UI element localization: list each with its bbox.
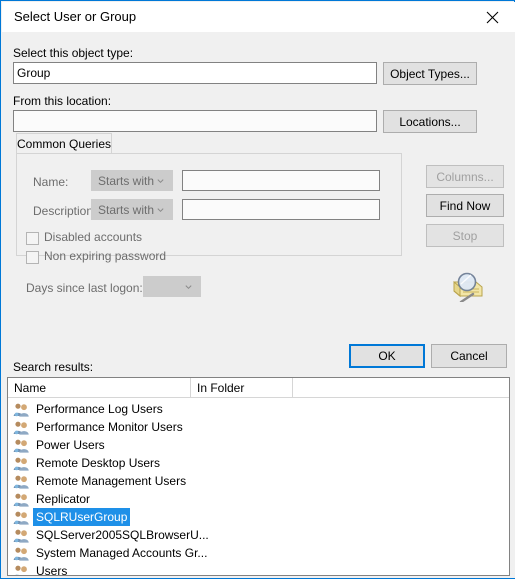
group-icon (13, 421, 29, 435)
non-expiring-password-label: Non expiring password (44, 249, 167, 263)
days-since-last-logon-select[interactable] (143, 276, 201, 297)
description-condition-select[interactable]: Starts with (91, 199, 173, 220)
table-cell-name: Performance Log Users (36, 402, 163, 416)
table-cell-name: System Managed Accounts Gr... (36, 546, 208, 560)
columns-button[interactable]: Columns... (426, 165, 504, 188)
table-row[interactable]: Remote Desktop Users (8, 454, 509, 472)
chevron-down-icon (157, 207, 164, 212)
table-cell-name: SQLRUserGroup (33, 508, 131, 526)
table-row[interactable]: Users (8, 562, 509, 576)
search-results-label: Search results: (13, 360, 94, 374)
cancel-button[interactable]: Cancel (431, 344, 507, 368)
object-type-label: Select this object type: (13, 46, 134, 60)
table-cell-name: Users (36, 564, 68, 576)
non-expiring-password-checkbox[interactable] (26, 251, 39, 264)
window-title: Select User or Group (14, 9, 137, 24)
table-row[interactable]: SQLServer2005SQLBrowserU... (8, 526, 509, 544)
dialog-body: Select this object type: Group Object Ty… (2, 32, 515, 578)
group-icon (13, 457, 29, 471)
object-types-button[interactable]: Object Types... (383, 62, 477, 85)
disabled-accounts-label: Disabled accounts (44, 230, 143, 244)
name-condition-select[interactable]: Starts with (91, 170, 173, 191)
title-bar: Select User or Group (2, 2, 515, 32)
group-icon (15, 565, 27, 575)
table-cell-name: Performance Monitor Users (36, 420, 183, 434)
name-condition-value: Starts with (98, 173, 155, 188)
group-icon (13, 493, 29, 507)
table-row[interactable]: Remote Management Users (8, 472, 509, 490)
days-since-last-logon-label: Days since last logon: (26, 281, 143, 295)
ok-button[interactable]: OK (349, 344, 425, 368)
description-condition-value: Starts with (98, 202, 155, 217)
select-user-or-group-dialog: Select User or Group Select this object … (0, 0, 515, 579)
chevron-down-icon (185, 284, 192, 289)
object-type-input[interactable]: Group (13, 62, 377, 84)
table-cell-name: Remote Desktop Users (36, 456, 161, 470)
group-icon (13, 511, 29, 525)
close-icon[interactable] (470, 2, 515, 32)
description-label: Description: (33, 204, 97, 218)
table-cell-name: Remote Management Users (36, 474, 187, 488)
description-input[interactable] (182, 199, 380, 220)
table-cell-name: Replicator (36, 492, 91, 506)
table-row[interactable]: Power Users (8, 436, 509, 454)
disabled-accounts-checkbox[interactable] (26, 232, 39, 245)
stop-button[interactable]: Stop (426, 224, 504, 247)
table-cell-name: Power Users (36, 438, 105, 452)
table-row[interactable]: Replicator (8, 490, 509, 508)
group-icon (13, 403, 29, 417)
table-row[interactable]: Performance Log Users (8, 400, 509, 418)
find-now-button[interactable]: Find Now (426, 194, 504, 217)
locations-button[interactable]: Locations... (383, 110, 477, 133)
name-input[interactable] (182, 170, 380, 191)
location-label: From this location: (13, 94, 112, 108)
table-row[interactable]: System Managed Accounts Gr... (8, 544, 509, 562)
name-label: Name: (33, 175, 69, 189)
group-icon (13, 439, 29, 453)
list-header: Name In Folder (8, 378, 509, 398)
table-row[interactable]: SQLRUserGroup (8, 508, 509, 526)
chevron-down-icon (157, 178, 164, 183)
table-row[interactable]: Performance Monitor Users (8, 418, 509, 436)
table-cell-name: SQLServer2005SQLBrowserU... (36, 528, 209, 542)
search-results-list[interactable]: Name In Folder Performance Log Users Perf… (7, 377, 510, 576)
group-icon (13, 529, 29, 543)
search-folder-icon (453, 272, 483, 302)
tab-common-queries[interactable]: Common Queries (16, 133, 112, 154)
column-header-in-folder[interactable]: In Folder (191, 378, 293, 398)
location-input[interactable] (13, 110, 377, 132)
group-icon (13, 475, 29, 489)
group-icon (13, 547, 29, 561)
column-header-name[interactable]: Name (8, 378, 191, 398)
